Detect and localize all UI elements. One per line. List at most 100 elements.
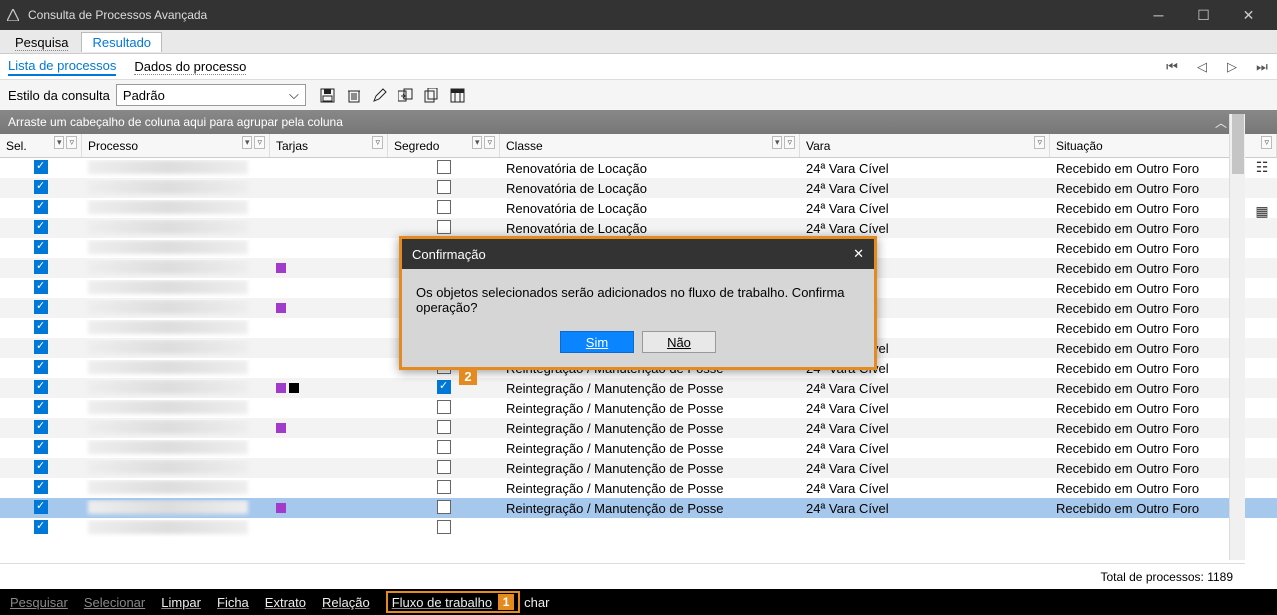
- col-sel[interactable]: Sel.▾▿: [0, 134, 82, 157]
- next-record-icon[interactable]: ▷: [1219, 57, 1245, 77]
- subtab-dados[interactable]: Dados do processo: [134, 59, 246, 75]
- table-row[interactable]: Reintegração / Manutenção de Posse24ª Va…: [0, 498, 1277, 518]
- table-row[interactable]: Reintegração / Manutenção de Posse24ª Va…: [0, 438, 1277, 458]
- maximize-button[interactable]: ☐: [1181, 0, 1226, 30]
- table-row[interactable]: Reintegração / Manutenção de Posse24ª Va…: [0, 378, 1277, 398]
- segredo-checkbox[interactable]: [437, 500, 451, 514]
- row-select-checkbox[interactable]: [34, 480, 48, 494]
- close-button[interactable]: ✕: [1226, 0, 1271, 30]
- edit-icon[interactable]: [370, 85, 390, 105]
- segredo-checkbox[interactable]: [437, 180, 451, 194]
- table-row[interactable]: Reintegração / Manutenção de Posse24ª Va…: [0, 418, 1277, 438]
- row-select-checkbox[interactable]: [34, 300, 48, 314]
- row-select-checkbox[interactable]: [34, 520, 48, 534]
- table-row[interactable]: Renovatória de Locação24ª Vara CívelRece…: [0, 178, 1277, 198]
- minimize-button[interactable]: ─: [1136, 0, 1181, 30]
- table-row[interactable]: Renovatória de Locação24ª Vara CívelRece…: [0, 218, 1277, 238]
- badge-two: 2: [459, 367, 477, 385]
- segredo-checkbox[interactable]: [437, 400, 451, 414]
- cell-classe: Reintegração / Manutenção de Posse: [500, 421, 800, 436]
- row-select-checkbox[interactable]: [34, 220, 48, 234]
- segredo-checkbox[interactable]: [437, 440, 451, 454]
- table-row[interactable]: Renovatória de Locação24ª Vara CívelRece…: [0, 198, 1277, 218]
- col-processo[interactable]: Processo▾▿: [82, 134, 270, 157]
- cell-classe: Renovatória de Locação: [500, 181, 800, 196]
- tab-pesquisa[interactable]: Pesquisa: [4, 32, 79, 52]
- row-select-checkbox[interactable]: [34, 420, 48, 434]
- menu-ficha[interactable]: Ficha: [217, 595, 249, 610]
- processo-redacted: [88, 180, 248, 194]
- table-row[interactable]: Reintegração / Manutenção de Posse24ª Va…: [0, 478, 1277, 498]
- row-select-checkbox[interactable]: [34, 380, 48, 394]
- col-vara[interactable]: Vara▿: [800, 134, 1050, 157]
- row-select-checkbox[interactable]: [34, 400, 48, 414]
- segredo-checkbox[interactable]: [437, 200, 451, 214]
- dialog-close-icon[interactable]: ✕: [853, 246, 864, 262]
- group-hint-text: Arraste um cabeçalho de coluna aqui para…: [8, 115, 343, 129]
- menu-fluxo[interactable]: Fluxo de trabalho: [392, 595, 492, 610]
- group-hint-bar[interactable]: Arraste um cabeçalho de coluna aqui para…: [0, 110, 1277, 134]
- menu-pesquisar[interactable]: Pesquisar: [10, 595, 68, 610]
- vertical-scrollbar[interactable]: [1229, 114, 1245, 560]
- segredo-checkbox[interactable]: [437, 160, 451, 174]
- processo-redacted: [88, 420, 248, 434]
- sub-tabs: Lista de processos Dados do processo ⏮ ◁…: [0, 54, 1277, 80]
- cell-vara: 24ª Vara Cível: [800, 201, 1050, 216]
- processo-redacted: [88, 360, 248, 374]
- menu-selecionar[interactable]: Selecionar: [84, 595, 145, 610]
- table-row[interactable]: Reintegração / Manutenção de Posse24ª Va…: [0, 398, 1277, 418]
- menu-extrato[interactable]: Extrato: [265, 595, 306, 610]
- row-select-checkbox[interactable]: [34, 440, 48, 454]
- export-icon[interactable]: [396, 85, 416, 105]
- first-record-icon[interactable]: ⏮: [1159, 57, 1185, 77]
- menu-limpar[interactable]: Limpar: [161, 595, 201, 610]
- tab-resultado[interactable]: Resultado: [81, 32, 162, 52]
- cell-classe: Reintegração / Manutenção de Posse: [500, 481, 800, 496]
- save-icon[interactable]: [318, 85, 338, 105]
- row-select-checkbox[interactable]: [34, 160, 48, 174]
- segredo-checkbox[interactable]: [437, 220, 451, 234]
- processo-redacted: [88, 240, 248, 254]
- cell-vara: 24ª Vara Cível: [800, 221, 1050, 236]
- consulta-combo[interactable]: Padrão ⌵: [116, 84, 306, 106]
- last-record-icon[interactable]: ⏭: [1249, 57, 1275, 77]
- row-select-checkbox[interactable]: [34, 180, 48, 194]
- segredo-checkbox[interactable]: [437, 420, 451, 434]
- row-select-checkbox[interactable]: [34, 360, 48, 374]
- segredo-checkbox[interactable]: [437, 380, 451, 394]
- col-tarjas[interactable]: Tarjas▿: [270, 134, 388, 157]
- row-select-checkbox[interactable]: [34, 320, 48, 334]
- copy-icon[interactable]: [422, 85, 442, 105]
- columns-icon[interactable]: [448, 85, 468, 105]
- table-header: Sel.▾▿ Processo▾▿ Tarjas▿ Segredo▾▿ Clas…: [0, 134, 1277, 158]
- table-row[interactable]: Renovatória de Locação24ª Vara CívelRece…: [0, 158, 1277, 178]
- row-select-checkbox[interactable]: [34, 280, 48, 294]
- row-select-checkbox[interactable]: [34, 340, 48, 354]
- prev-record-icon[interactable]: ◁: [1189, 57, 1215, 77]
- table-row[interactable]: [0, 518, 1277, 538]
- processo-redacted: [88, 340, 248, 354]
- processo-redacted: [88, 500, 248, 514]
- row-select-checkbox[interactable]: [34, 500, 48, 514]
- menu-fechar[interactable]: char: [524, 595, 549, 610]
- delete-icon[interactable]: [344, 85, 364, 105]
- row-select-checkbox[interactable]: [34, 200, 48, 214]
- segredo-checkbox[interactable]: [437, 480, 451, 494]
- tarja-badge: [276, 423, 286, 433]
- col-segredo[interactable]: Segredo▾▿: [388, 134, 500, 157]
- tarja-badge: [276, 263, 286, 273]
- processo-redacted: [88, 460, 248, 474]
- segredo-checkbox[interactable]: [437, 520, 451, 534]
- processo-redacted: [88, 200, 248, 214]
- row-select-checkbox[interactable]: [34, 460, 48, 474]
- dialog-yes-button[interactable]: Sim: [560, 331, 634, 353]
- dialog-no-button[interactable]: Não: [642, 331, 716, 353]
- row-select-checkbox[interactable]: [34, 260, 48, 274]
- collapse-icon[interactable]: ︿: [1215, 114, 1227, 131]
- segredo-checkbox[interactable]: [437, 460, 451, 474]
- table-row[interactable]: Reintegração / Manutenção de Posse24ª Va…: [0, 458, 1277, 478]
- menu-relacao[interactable]: Relação: [322, 595, 370, 610]
- col-classe[interactable]: Classe▾▿: [500, 134, 800, 157]
- subtab-lista[interactable]: Lista de processos: [8, 58, 116, 76]
- row-select-checkbox[interactable]: [34, 240, 48, 254]
